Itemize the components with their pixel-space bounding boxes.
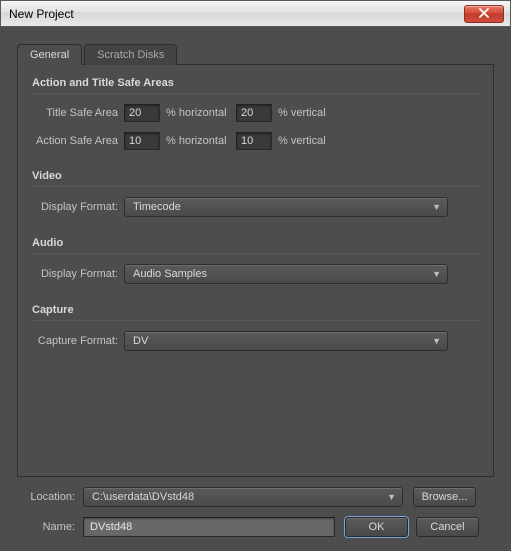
row-location: Location: C:\userdata\DVstd48 ▼ Browse..…	[17, 487, 494, 507]
name-input[interactable]	[83, 517, 335, 537]
action-safe-vertical-input[interactable]	[236, 132, 272, 150]
ok-button[interactable]: OK	[345, 517, 408, 537]
unit-vertical: % vertical	[272, 107, 348, 119]
group-title-audio: Audio	[32, 237, 479, 249]
row-audio-display-format: Display Format: Audio Samples ▼	[32, 264, 479, 284]
capture-format-label: Capture Format:	[32, 335, 124, 347]
group-capture: Capture Capture Format: DV ▼	[32, 304, 479, 351]
row-action-safe: Action Safe Area % horizontal % vertical	[32, 132, 479, 150]
audio-display-format-select[interactable]: Audio Samples ▼	[124, 264, 448, 284]
footer: Location: C:\userdata\DVstd48 ▼ Browse..…	[17, 487, 494, 537]
row-capture-format: Capture Format: DV ▼	[32, 331, 479, 351]
tab-general[interactable]: General	[17, 44, 82, 65]
divider	[32, 93, 479, 94]
audio-display-format-value: Audio Samples	[133, 268, 207, 280]
title-safe-label: Title Safe Area	[32, 107, 124, 119]
capture-format-select[interactable]: DV ▼	[124, 331, 448, 351]
action-safe-horizontal-input[interactable]	[124, 132, 160, 150]
unit-vertical: % vertical	[272, 135, 348, 147]
divider	[32, 186, 479, 187]
audio-display-format-label: Display Format:	[32, 268, 124, 280]
row-video-display-format: Display Format: Timecode ▼	[32, 197, 479, 217]
general-panel: Action and Title Safe Areas Title Safe A…	[17, 65, 494, 477]
titlebar: New Project	[0, 0, 511, 27]
dialog-body: General Scratch Disks Action and Title S…	[0, 27, 511, 551]
close-icon	[478, 8, 490, 21]
video-display-format-value: Timecode	[133, 201, 181, 213]
chevron-down-icon: ▼	[432, 269, 441, 279]
video-display-format-select[interactable]: Timecode ▼	[124, 197, 448, 217]
unit-horizontal: % horizontal	[160, 107, 236, 119]
tab-scratch-disks[interactable]: Scratch Disks	[84, 44, 177, 65]
location-select[interactable]: C:\userdata\DVstd48 ▼	[83, 487, 403, 507]
row-title-safe: Title Safe Area % horizontal % vertical	[32, 104, 479, 122]
window-title: New Project	[9, 7, 74, 21]
title-safe-horizontal-input[interactable]	[124, 104, 160, 122]
title-safe-vertical-input[interactable]	[236, 104, 272, 122]
group-safe-areas: Action and Title Safe Areas Title Safe A…	[32, 77, 479, 150]
location-label: Location:	[17, 491, 83, 503]
unit-horizontal: % horizontal	[160, 135, 236, 147]
chevron-down-icon: ▼	[387, 492, 396, 502]
group-audio: Audio Display Format: Audio Samples ▼	[32, 237, 479, 284]
group-video: Video Display Format: Timecode ▼	[32, 170, 479, 217]
video-display-format-label: Display Format:	[32, 201, 124, 213]
close-button[interactable]	[464, 5, 504, 23]
action-safe-label: Action Safe Area	[32, 135, 124, 147]
chevron-down-icon: ▼	[432, 202, 441, 212]
cancel-button[interactable]: Cancel	[416, 517, 479, 537]
group-title-capture: Capture	[32, 304, 479, 316]
divider	[32, 253, 479, 254]
browse-button[interactable]: Browse...	[413, 487, 476, 507]
group-title-video: Video	[32, 170, 479, 182]
divider	[32, 320, 479, 321]
row-name: Name: OK Cancel	[17, 517, 494, 537]
location-value: C:\userdata\DVstd48	[92, 491, 194, 503]
group-title-safe: Action and Title Safe Areas	[32, 77, 479, 89]
name-label: Name:	[17, 521, 83, 533]
capture-format-value: DV	[133, 335, 148, 347]
tabbar: General Scratch Disks	[17, 43, 494, 65]
chevron-down-icon: ▼	[432, 336, 441, 346]
